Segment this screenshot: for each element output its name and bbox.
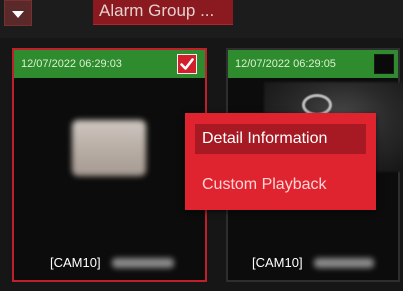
dropdown-triangle-icon (12, 10, 24, 18)
tile-timestamp: 12/07/2022 06:29:03 (21, 58, 122, 70)
tile-checkbox[interactable] (374, 54, 394, 74)
camera-tile-1[interactable]: 12/07/2022 06:29:03 [CAM10] (12, 48, 207, 282)
menu-item-detail-information[interactable]: Detail Information (195, 124, 366, 154)
alarm-group-button[interactable]: Alarm Group ... (93, 0, 233, 25)
top-toolbar: Alarm Group ... (0, 0, 403, 38)
tile-header: 12/07/2022 06:29:05 (228, 50, 398, 78)
select-all-dropdown[interactable] (4, 0, 32, 26)
playback-screen: Alarm Group ... 12/07/2022 06:29:03 [CAM… (0, 0, 403, 291)
tile-checkbox[interactable] (177, 54, 197, 74)
tile-timestamp: 12/07/2022 06:29:05 (235, 58, 336, 70)
camera-name-redacted (314, 258, 374, 268)
checkmark-icon (180, 58, 194, 70)
camera-name-redacted (112, 258, 174, 268)
menu-item-custom-playback[interactable]: Custom Playback (195, 170, 366, 200)
context-menu: Detail Information Custom Playback (185, 113, 376, 210)
camera-label: [CAM10] (252, 255, 303, 270)
snapshot-image (72, 120, 146, 176)
camera-label: [CAM10] (50, 255, 101, 270)
